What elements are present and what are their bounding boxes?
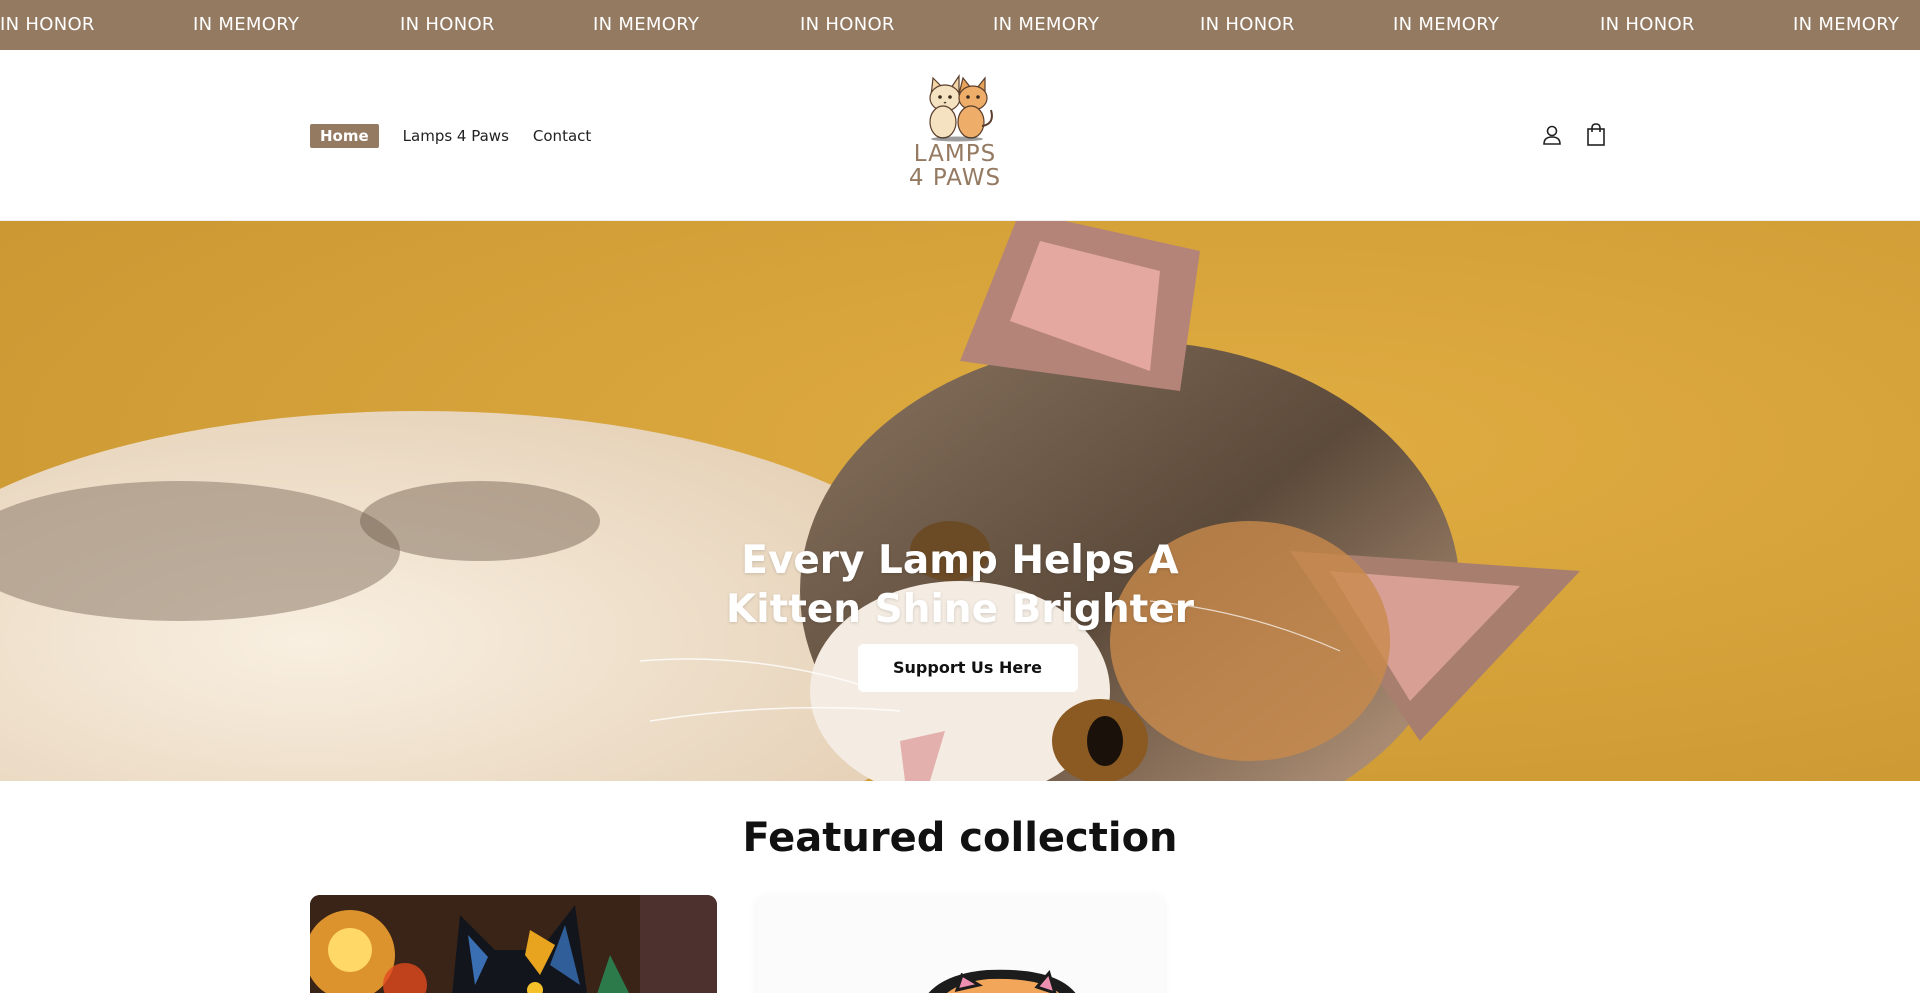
main-nav: Home Lamps 4 Paws Contact <box>310 50 615 221</box>
hero-title-line2: Kitten Shine Brighter <box>725 587 1195 632</box>
account-icon[interactable] <box>1540 120 1564 150</box>
product-card-cat-illustration[interactable] <box>757 895 1164 993</box>
nav-link-lamps-4-paws[interactable]: Lamps 4 Paws <box>403 127 509 145</box>
kittens-logo-icon <box>929 74 993 142</box>
hero-content: Every Lamp Helps A Kitten Shine Brighter… <box>0 536 1920 692</box>
announcement-item: IN HONOR <box>800 14 895 35</box>
cat-illustration-image <box>757 895 1164 993</box>
announcement-item: IN MEMORY <box>1393 14 1500 35</box>
logo-text-line2: 4 PAWS <box>908 165 1002 191</box>
stained-glass-cat-lamp-image <box>310 895 717 993</box>
logo-text-line1: LAMPS <box>913 141 997 167</box>
announcement-item: IN MEMORY <box>593 14 700 35</box>
hero-title: Every Lamp Helps A Kitten Shine Brighter <box>720 536 1200 634</box>
site-logo[interactable]: LAMPS 4 PAWS <box>895 70 1015 205</box>
hero-title-line1: Every Lamp Helps A <box>741 538 1179 583</box>
hero-banner: Every Lamp Helps A Kitten Shine Brighter… <box>0 221 1920 781</box>
announcement-item: IN MEMORY <box>193 14 300 35</box>
announcement-bar: IN HONOR IN MEMORY IN HONOR IN MEMORY IN… <box>0 0 1920 50</box>
support-us-button[interactable]: Support Us Here <box>857 644 1078 692</box>
announcement-item: IN MEMORY <box>993 14 1100 35</box>
header-actions <box>1540 120 1608 150</box>
cart-icon[interactable] <box>1584 120 1608 150</box>
announcement-item: IN HONOR <box>1600 14 1695 35</box>
nav-link-home[interactable]: Home <box>310 123 379 148</box>
announcement-item: IN MEMORY <box>1793 14 1900 35</box>
announcement-track: IN HONOR IN MEMORY IN HONOR IN MEMORY IN… <box>0 0 1920 50</box>
announcement-item: IN HONOR <box>0 14 95 35</box>
kitten-hero-image <box>0 221 1920 781</box>
announcement-item: IN HONOR <box>400 14 495 35</box>
featured-collection-title: Featured collection <box>742 815 1178 861</box>
product-card-stained-glass-cat-lamp[interactable] <box>310 895 717 993</box>
nav-link-contact[interactable]: Contact <box>533 127 591 145</box>
site-header: Home Lamps 4 Paws Contact LAMPS 4 PAWS <box>0 50 1920 221</box>
announcement-item: IN HONOR <box>1200 14 1295 35</box>
